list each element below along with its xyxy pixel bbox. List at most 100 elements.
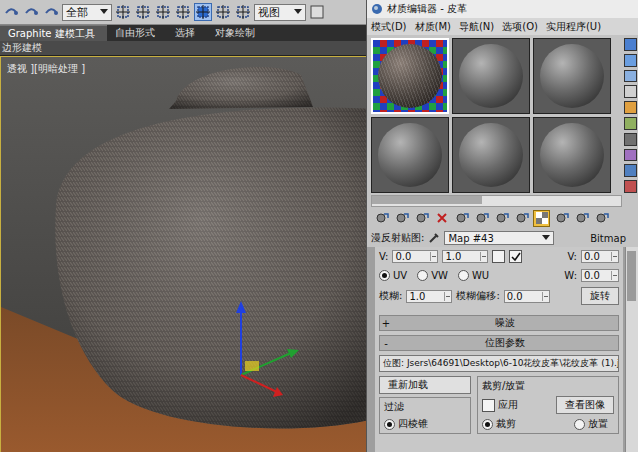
tool-icon[interactable] — [114, 3, 132, 21]
tool-icon[interactable] — [2, 3, 20, 21]
angle-w-field[interactable]: 0.0 — [581, 269, 619, 282]
side-tool-icon[interactable] — [624, 101, 637, 114]
parameters-scrollbar[interactable] — [625, 247, 638, 452]
menu-bar: 模式(D) 材质(M) 导航(N) 选项(O) 实用程序(U) — [367, 18, 638, 35]
apply-checkbox[interactable]: 应用 — [482, 398, 518, 412]
side-tool-icon[interactable] — [624, 54, 637, 67]
editor-tool-icon[interactable] — [553, 210, 570, 227]
editor-tool-icon[interactable] — [453, 210, 470, 227]
app-icon — [371, 3, 383, 15]
uvw-radio[interactable]: UV — [379, 270, 407, 281]
uvw-radio[interactable]: WU — [458, 270, 489, 281]
ribbon-tab[interactable]: 对象绘制 — [207, 25, 267, 41]
transform-gizmo-icon[interactable] — [236, 301, 299, 397]
tool-icon[interactable] — [234, 3, 252, 21]
editor-tool-icon[interactable] — [533, 210, 550, 227]
spinner-icon[interactable] — [430, 252, 437, 261]
eyedropper-icon[interactable] — [428, 232, 440, 244]
bitmap-left-column: 重新加载过滤四棱锥 — [379, 376, 471, 434]
crop-mode-radio[interactable]: 放置 — [574, 417, 608, 431]
tile-checkbox[interactable] — [509, 250, 522, 263]
sample-slot[interactable] — [452, 117, 530, 193]
spinner-icon[interactable] — [611, 252, 618, 261]
menu-item[interactable]: 模式(D) — [371, 20, 407, 34]
tool-icon[interactable] — [42, 3, 60, 21]
uvw-radio[interactable]: VW — [417, 270, 448, 281]
uvw-row: UVVWWUW:0.0 — [379, 268, 619, 283]
coord-system[interactable]: 视图 — [254, 4, 306, 21]
side-tool-icon[interactable] — [624, 164, 637, 177]
sphere-icon — [378, 44, 442, 108]
menu-item[interactable]: 实用程序(U) — [546, 20, 601, 34]
sample-slot[interactable] — [452, 38, 530, 114]
editor-tool-icon[interactable] — [473, 210, 490, 227]
sphere-icon — [378, 123, 442, 187]
tool-icon[interactable] — [214, 3, 232, 21]
sample-slot[interactable] — [371, 117, 449, 193]
sample-slot[interactable] — [371, 38, 449, 114]
rollout-header[interactable]: -位图参数 — [379, 335, 619, 351]
side-tool-icon[interactable] — [624, 149, 637, 162]
spinner-icon[interactable] — [480, 252, 487, 261]
menu-item[interactable]: 导航(N) — [459, 20, 494, 34]
menu-item[interactable]: 选项(O) — [502, 20, 538, 34]
v-offset-field[interactable]: 0.0 — [392, 250, 438, 263]
filter-radio[interactable]: 四棱锥 — [384, 417, 460, 431]
crop-mode-radio[interactable]: 裁剪 — [482, 417, 516, 431]
tool-icon[interactable] — [154, 3, 172, 21]
arrow-icon — [294, 9, 302, 15]
editor-tool-icon[interactable] — [393, 210, 410, 227]
editor-tool-icon[interactable] — [513, 210, 530, 227]
blur-field[interactable]: 1.0 — [406, 290, 452, 303]
scroll-thumb[interactable] — [372, 196, 482, 204]
editor-tool-icon[interactable] — [573, 210, 590, 227]
pivot-icon[interactable] — [308, 3, 326, 21]
side-tool-icon[interactable] — [624, 133, 637, 146]
rotate-button[interactable]: 旋转 — [581, 287, 619, 305]
reload-button[interactable]: 重新加载 — [379, 376, 471, 394]
tool-icon[interactable] — [22, 3, 40, 21]
side-tool-icon[interactable] — [624, 85, 637, 98]
filter-group: 过滤四棱锥 — [379, 397, 471, 434]
tool-icon[interactable] — [194, 3, 212, 21]
crop-apply-row: 应用 查看图像 — [482, 396, 614, 414]
editor-tool-icon[interactable] — [493, 210, 510, 227]
v-tiling-field[interactable]: 1.0 — [442, 250, 488, 263]
blur-row: 模糊:1.0模糊偏移:0.0旋转 — [379, 287, 619, 305]
editor-tool-icon[interactable] — [413, 210, 430, 227]
selection-filter[interactable]: 全部 — [62, 4, 112, 21]
mirror-checkbox[interactable] — [492, 250, 505, 263]
sample-slots-area — [367, 35, 638, 193]
angle-v-field[interactable]: 0.0 — [581, 250, 619, 263]
ribbon-tab[interactable]: Graphite 建模工具 — [0, 25, 107, 41]
sample-slot[interactable] — [533, 117, 611, 193]
parameters-area: V:0.01.0V:0.0UVVWWUW:0.0模糊:1.0模糊偏移:0.0旋转… — [367, 247, 638, 452]
side-tool-icon[interactable] — [624, 70, 637, 83]
side-tool-icon[interactable] — [624, 117, 637, 130]
sample-slot[interactable] — [533, 38, 611, 114]
map-type-button[interactable]: Bitmap — [590, 233, 634, 244]
menu-item[interactable]: 材质(M) — [415, 20, 451, 34]
editor-tool-icon[interactable] — [373, 210, 390, 227]
title-bar: 材质编辑器 - 皮革 — [367, 0, 638, 18]
spinner-icon[interactable] — [611, 271, 618, 280]
side-tool-icon[interactable] — [624, 180, 637, 193]
ribbon-tab[interactable]: 选择 — [167, 25, 207, 41]
editor-tool-icon[interactable] — [593, 210, 610, 227]
tool-icon[interactable] — [134, 3, 152, 21]
rollout-header[interactable]: +噪波 — [379, 315, 619, 331]
tool-icon[interactable] — [174, 3, 192, 21]
side-toolbar — [624, 38, 638, 193]
blur-offset-field[interactable]: 0.0 — [504, 290, 550, 303]
map-name-field[interactable]: Map #43 — [444, 231, 554, 245]
ribbon-tab[interactable]: 自由形式 — [107, 25, 167, 41]
side-tool-icon[interactable] — [624, 38, 637, 51]
view-image-button[interactable]: 查看图像 — [556, 396, 614, 414]
spinner-icon[interactable] — [444, 292, 451, 301]
slots-scrollbar[interactable] — [371, 195, 622, 207]
bitmap-path-button[interactable]: 位图: Jsers\64691\Desktop\6-10花纹皮革\花纹皮革 (1… — [379, 355, 619, 372]
viewport-label[interactable]: 透视 ][明暗处理 ] — [7, 62, 85, 76]
spinner-icon[interactable] — [542, 292, 549, 301]
editor-tool-icon[interactable] — [433, 210, 450, 227]
scroll-thumb[interactable] — [627, 251, 636, 301]
